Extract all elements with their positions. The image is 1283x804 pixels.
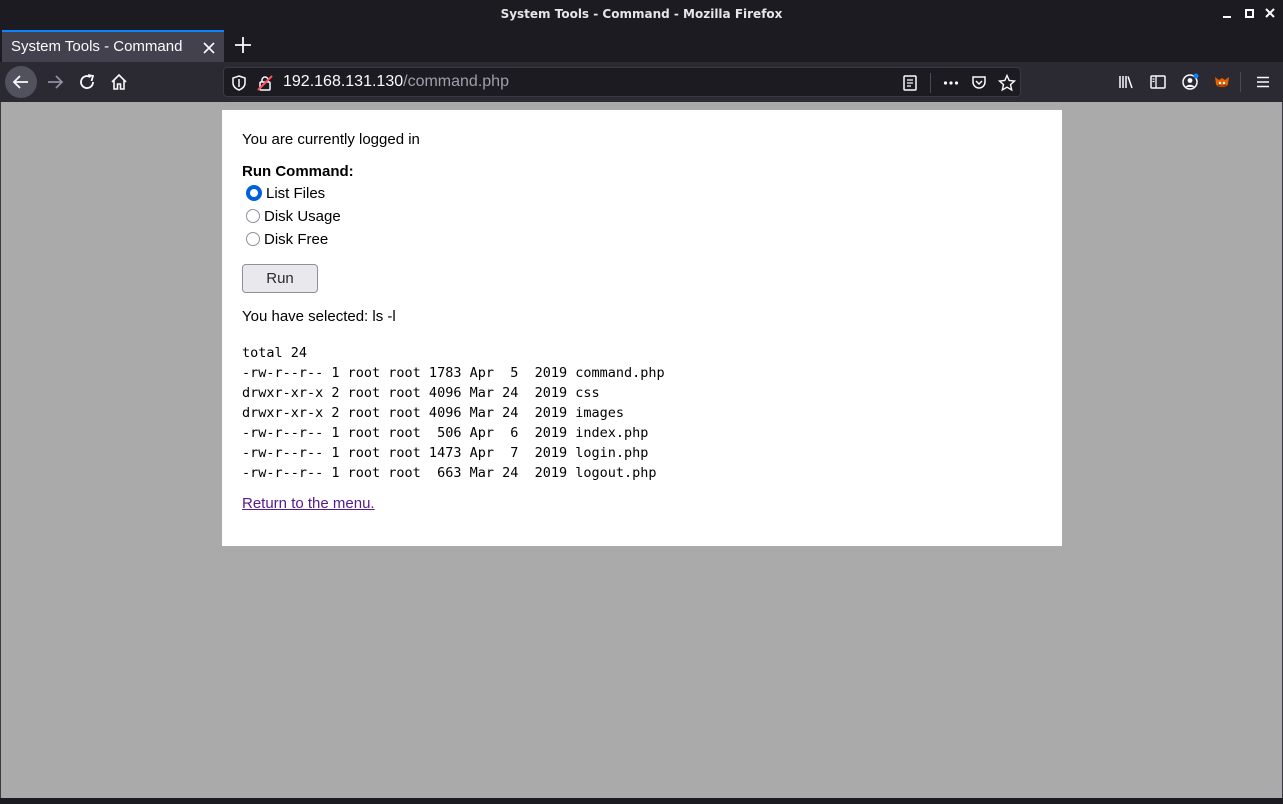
close-icon: [1265, 8, 1275, 18]
arrow-left-icon: [12, 75, 28, 89]
output-line: -rw-r--r-- 1 root root 506 Apr 6 2019 in…: [242, 425, 649, 441]
arrow-right-icon: [48, 75, 64, 89]
login-status-text: You are currently logged in: [242, 131, 420, 148]
minimize-button[interactable]: [1220, 6, 1234, 20]
sidebar-icon: [1150, 75, 1166, 89]
page-viewport: You are currently logged in Run Command:…: [1, 102, 1282, 798]
pocket-icon[interactable]: [970, 74, 988, 92]
home-icon: [111, 73, 127, 90]
close-window-button[interactable]: [1263, 6, 1277, 20]
window-titlebar: System Tools - Command - Mozilla Firefox: [0, 0, 1283, 28]
new-tab-button[interactable]: [232, 34, 254, 56]
hamburger-menu-icon: [1257, 76, 1269, 88]
url-host: 192.168.131.130: [283, 73, 404, 90]
radio-label[interactable]: List Files: [266, 185, 325, 202]
tab-strip: System Tools - Command: [0, 28, 1283, 62]
tab-label: System Tools - Command: [11, 38, 183, 55]
extension-button[interactable]: [1208, 68, 1236, 96]
radio-label[interactable]: Disk Free: [264, 231, 328, 248]
toolbar-separator: [1240, 72, 1241, 92]
close-icon: [203, 42, 215, 54]
navigation-toolbar: 192.168.131.130/command.php: [0, 62, 1283, 102]
radio-disk-usage[interactable]: Disk Usage: [246, 206, 341, 226]
radio-button[interactable]: [246, 209, 260, 223]
home-button[interactable]: [105, 68, 133, 96]
sidebar-button[interactable]: [1144, 68, 1172, 96]
radio-list-files[interactable]: List Files: [246, 183, 325, 203]
output-line: -rw-r--r-- 1 root root 663 Mar 24 2019 l…: [242, 465, 657, 481]
url-path: /command.php: [403, 73, 509, 90]
app-menu-button[interactable]: [1249, 68, 1277, 96]
window-title: System Tools - Command - Mozilla Firefox: [500, 7, 783, 21]
url-text[interactable]: 192.168.131.130/command.php: [283, 73, 509, 91]
output-line: drwxr-xr-x 2 root root 4096 Mar 24 2019 …: [242, 385, 600, 401]
reload-icon: [80, 74, 95, 89]
insecure-lock-icon[interactable]: [256, 74, 274, 92]
run-command-heading: Run Command:: [242, 163, 354, 180]
reader-view-icon[interactable]: [901, 74, 919, 92]
output-line: -rw-r--r-- 1 root root 1473 Apr 7 2019 l…: [242, 445, 649, 461]
fox-extension-icon: [1215, 77, 1229, 87]
forward-button[interactable]: [41, 68, 69, 96]
tab-active[interactable]: System Tools - Command: [2, 30, 224, 62]
library-icon: [1119, 76, 1133, 89]
return-to-menu-link[interactable]: Return to the menu.: [242, 495, 375, 512]
bookmark-star-icon[interactable]: [997, 73, 1017, 92]
tab-close-button[interactable]: [202, 40, 216, 54]
output-line: -rw-r--r-- 1 root root 1783 Apr 5 2019 c…: [242, 365, 665, 381]
url-separator: [930, 73, 931, 93]
selected-command-text: You have selected: ls -l: [242, 308, 396, 325]
radio-button-checked[interactable]: [246, 185, 262, 201]
radio-button[interactable]: [246, 232, 260, 246]
radio-disk-free[interactable]: Disk Free: [246, 229, 328, 249]
account-icon: [1182, 73, 1199, 90]
library-button[interactable]: [1112, 68, 1140, 96]
url-bar[interactable]: 192.168.131.130/command.php: [223, 67, 1021, 97]
reload-button[interactable]: [73, 68, 101, 96]
maximize-button[interactable]: [1242, 6, 1256, 20]
output-line: total 24: [242, 345, 308, 361]
output-line: drwxr-xr-x 2 root root 4096 Mar 24 2019 …: [242, 405, 625, 421]
content-panel: You are currently logged in Run Command:…: [222, 110, 1062, 546]
plus-icon: [235, 37, 251, 53]
command-output: total 24 -rw-r--r-- 1 root root 1783 Apr …: [242, 343, 665, 483]
more-actions-icon[interactable]: [942, 74, 960, 92]
shield-icon[interactable]: [230, 74, 248, 92]
radio-label[interactable]: Disk Usage: [264, 208, 341, 225]
run-button[interactable]: Run: [242, 264, 318, 293]
window-bottom-border: [0, 798, 1283, 804]
account-button[interactable]: [1176, 68, 1204, 96]
back-button[interactable]: [5, 66, 37, 98]
